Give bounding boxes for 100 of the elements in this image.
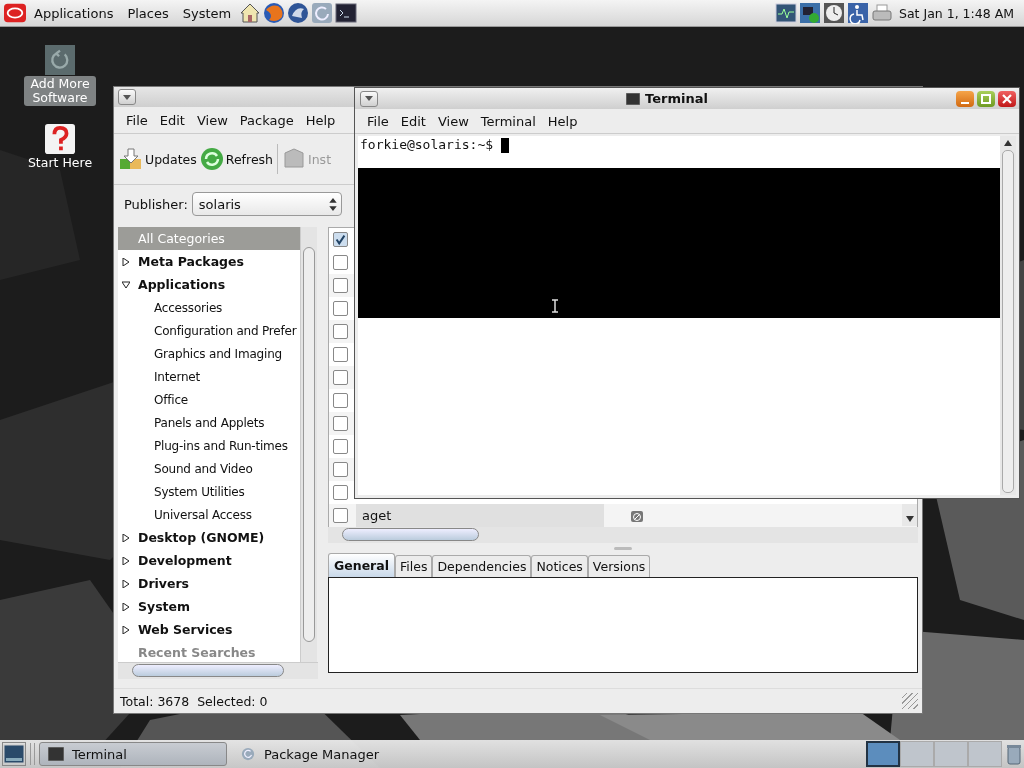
package-checkbox[interactable] [333, 416, 348, 431]
package-checkbox[interactable] [333, 370, 348, 385]
panel-menu[interactable]: System [176, 5, 238, 21]
scroll-up-icon[interactable] [1004, 140, 1012, 146]
publisher-dropdown[interactable]: solaris [191, 192, 342, 216]
package-checkbox[interactable] [333, 255, 348, 270]
desktop-icon-label[interactable]: Add More Software [24, 76, 96, 106]
category-item[interactable]: Applications [118, 273, 300, 296]
expander-icon[interactable] [122, 280, 130, 289]
recent-searches-heading: Recent Searches [137, 644, 257, 662]
globe-icon[interactable] [263, 2, 286, 24]
desktop-icon-label[interactable]: Start Here [24, 155, 96, 171]
expander-icon[interactable] [122, 257, 130, 266]
package-checkbox[interactable] [333, 393, 348, 408]
select-all-checkbox[interactable] [333, 232, 348, 247]
printer-icon[interactable] [871, 2, 893, 24]
category-item[interactable]: Panels and Applets [118, 411, 300, 434]
clock-icon[interactable] [823, 2, 845, 24]
window-title: Terminal [645, 91, 708, 106]
trash-icon[interactable] [1006, 743, 1022, 765]
horizontal-scrollbar[interactable] [328, 527, 918, 543]
status-text: Total: 3678 Selected: 0 [120, 693, 269, 709]
status-icon [630, 508, 644, 523]
category-item[interactable]: Development [118, 549, 300, 572]
toolbar-button[interactable]: Refresh [198, 145, 274, 173]
package-checkbox[interactable] [333, 301, 348, 316]
category-item[interactable]: Drivers [118, 572, 300, 595]
window-menu-button[interactable] [118, 89, 136, 105]
tab[interactable]: Dependencies [432, 555, 532, 577]
maximize-button[interactable] [977, 90, 995, 107]
home-icon[interactable] [239, 2, 262, 24]
tab[interactable]: Notices [531, 555, 588, 577]
shell-prompt: forkie@solaris:~$ [360, 137, 494, 152]
terminal-icon[interactable] [335, 2, 358, 24]
vertical-scrollbar[interactable] [1000, 136, 1016, 495]
tab[interactable]: Files [395, 555, 433, 577]
category-item[interactable]: Plug-ins and Run-times [118, 434, 300, 457]
resize-grip-icon[interactable] [902, 693, 918, 709]
expander-icon[interactable] [122, 579, 130, 588]
expander-icon[interactable] [122, 533, 130, 542]
panel-menu[interactable]: Places [121, 5, 175, 21]
panel-menu[interactable]: Applications [28, 5, 120, 21]
minimize-button[interactable] [956, 90, 974, 107]
category-item[interactable]: Configuration and Prefer [118, 319, 300, 342]
package-checkbox[interactable] [333, 278, 348, 293]
taskbar-button[interactable]: Terminal [39, 742, 227, 766]
vertical-scrollbar[interactable] [300, 227, 317, 662]
scroll-down-icon[interactable] [905, 516, 914, 522]
download-box-icon [119, 147, 143, 171]
category-item[interactable]: Graphics and Imaging [118, 342, 300, 365]
help-icon[interactable] [45, 124, 75, 154]
maximize-icon [980, 92, 992, 105]
show-desktop-icon[interactable] [2, 742, 26, 766]
category-item[interactable]: Meta Packages [118, 250, 300, 273]
category-item[interactable]: Desktop (GNOME) [118, 526, 300, 549]
close-icon [1001, 92, 1013, 105]
tab[interactable]: Versions [587, 555, 651, 577]
menu-item[interactable]: File [120, 112, 154, 128]
category-item[interactable]: Universal Access [118, 503, 300, 526]
close-button[interactable] [998, 90, 1016, 107]
accessibility-icon[interactable] [847, 2, 869, 24]
package-checkbox[interactable] [333, 508, 348, 523]
expander-icon[interactable] [122, 602, 130, 611]
category-item[interactable]: Sound and Video [118, 457, 300, 480]
monitor-icon[interactable] [775, 2, 797, 24]
taskbar-button[interactable]: Package Manager [231, 742, 419, 766]
category-item[interactable]: System Utilities [118, 480, 300, 503]
category-item[interactable]: Office [118, 388, 300, 411]
workspace-button[interactable] [866, 741, 900, 767]
menu-item[interactable]: Help [299, 112, 342, 128]
refresh-icon[interactable] [45, 45, 75, 75]
package-name: aget [356, 504, 604, 527]
package-checkbox[interactable] [333, 485, 348, 500]
menu-item[interactable]: Help [541, 113, 584, 129]
expander-icon[interactable] [122, 625, 130, 634]
package-icon [282, 147, 306, 171]
clock[interactable]: Sat Jan 1, 1:48 AM [895, 5, 1020, 21]
menu-item[interactable]: Edit [153, 112, 191, 128]
category-item[interactable]: System [118, 595, 300, 618]
category-item[interactable]: Accessories [118, 296, 300, 319]
logo-icon[interactable] [4, 2, 26, 24]
package-checkbox[interactable] [333, 439, 348, 454]
package-checkbox[interactable] [333, 347, 348, 362]
horizontal-scrollbar[interactable] [118, 662, 318, 679]
package-checkbox[interactable] [333, 462, 348, 477]
menu-item[interactable]: View [190, 112, 234, 128]
toolbar-button[interactable]: Updates [118, 145, 198, 173]
vertical-scrollbar[interactable] [902, 504, 917, 526]
i-beam-pointer-icon [551, 299, 559, 313]
category-item[interactable]: Internet [118, 365, 300, 388]
package-checkbox[interactable] [333, 324, 348, 339]
menu-item[interactable]: View [431, 113, 475, 129]
category-item[interactable]: Web Services [118, 618, 300, 641]
tab[interactable]: General [328, 553, 395, 577]
menu-item[interactable]: Package [233, 112, 300, 128]
window-menu-button[interactable] [360, 90, 378, 107]
menu-item[interactable]: Terminal [474, 113, 542, 129]
expander-icon[interactable] [122, 556, 130, 565]
menu-item[interactable]: Edit [394, 113, 432, 129]
menu-item[interactable]: File [361, 113, 395, 129]
